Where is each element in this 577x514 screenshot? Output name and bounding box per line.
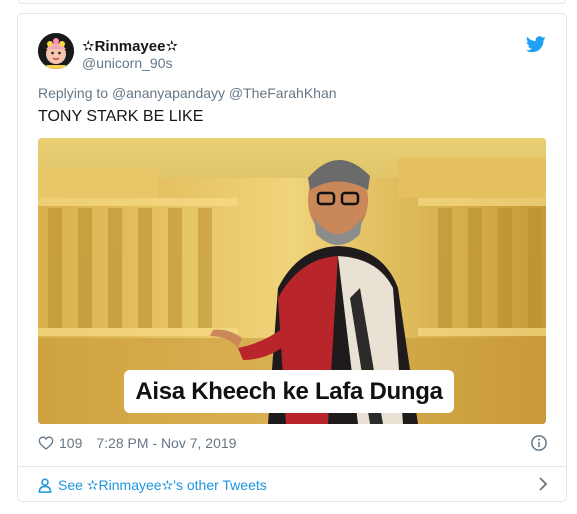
reply-prefix: Replying to [38, 85, 109, 101]
mention-link[interactable]: @ananyapandayy [112, 85, 225, 101]
divider [18, 466, 566, 467]
reply-context: Replying to @ananyapandayy @TheFarahKhan [38, 85, 337, 101]
twitter-bird-icon[interactable] [526, 36, 546, 53]
like-count[interactable]: 109 [59, 435, 82, 451]
tweet-media-image[interactable]: Aisa Kheech ke Lafa Dunga [38, 138, 546, 424]
embedded-tweet-card[interactable]: ✫Rinmayee✫ @unicorn_90s Replying to @ana… [17, 13, 567, 502]
heart-icon[interactable] [38, 435, 54, 451]
see-other-tweets-label[interactable]: See ✫Rinmayee✫'s other Tweets [58, 477, 267, 494]
tweet-meta: 109 7:28 PM - Nov 7, 2019 [38, 434, 548, 452]
display-name[interactable]: ✫Rinmayee✫ [82, 37, 178, 55]
tweet-text: TONY STARK BE LIKE [38, 108, 204, 125]
person-icon [38, 477, 52, 493]
chevron-right-icon[interactable] [538, 477, 548, 491]
previous-card-edge [18, 0, 566, 4]
info-icon[interactable] [530, 434, 548, 452]
meme-caption: Aisa Kheech ke Lafa Dunga [124, 370, 454, 413]
see-other-tweets-link[interactable]: See ✫Rinmayee✫'s other Tweets [38, 475, 548, 495]
avatar[interactable] [38, 33, 74, 69]
mention-link[interactable]: @TheFarahKhan [229, 85, 337, 101]
handle[interactable]: @unicorn_90s [82, 55, 173, 71]
timestamp[interactable]: 7:28 PM - Nov 7, 2019 [96, 435, 236, 451]
